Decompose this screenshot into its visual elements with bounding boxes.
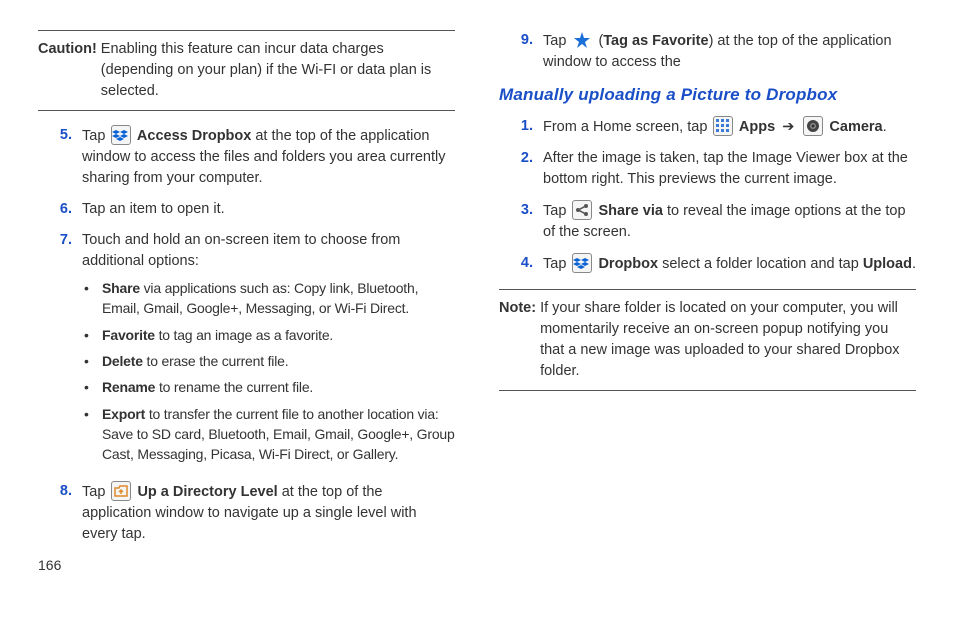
upload-label: Upload bbox=[863, 256, 912, 272]
dropbox-icon bbox=[572, 253, 592, 273]
step-7: 7. Touch and hold an on-screen item to c… bbox=[38, 230, 455, 470]
step-number: 1. bbox=[499, 116, 543, 138]
step-number: 5. bbox=[38, 125, 82, 189]
up-directory-icon bbox=[111, 481, 131, 501]
step-text-end: . bbox=[883, 119, 887, 135]
step-text-end: . bbox=[912, 256, 916, 272]
bullet-delete: •Delete to erase the current file. bbox=[82, 351, 455, 371]
caution-text: Enabling this feature can incur data cha… bbox=[101, 39, 455, 102]
step-text-pre: From a Home screen, tap bbox=[543, 119, 711, 135]
bullet-export: •Export to transfer the current file to … bbox=[82, 404, 455, 465]
step-6: 6. Tap an item to open it. bbox=[38, 199, 455, 220]
right-steps-top: 9. Tap (Tag as Favorite) at the top of t… bbox=[499, 30, 916, 73]
step-number: 3. bbox=[499, 200, 543, 243]
caution-box: Caution! Enabling this feature can incur… bbox=[38, 30, 455, 111]
step-bold: Share via bbox=[594, 203, 663, 219]
step-text: Tap an item to open it. bbox=[82, 199, 455, 220]
step-number: 4. bbox=[499, 253, 543, 275]
camera-label: Camera bbox=[825, 119, 882, 135]
step-text-pre: Tap bbox=[543, 203, 570, 219]
step-number: 9. bbox=[499, 30, 543, 73]
note-text: If your share folder is located on your … bbox=[540, 298, 916, 382]
right-steps: 1. From a Home screen, tap Apps ➔ Camera… bbox=[499, 116, 916, 275]
step-text: Touch and hold an on-screen item to choo… bbox=[82, 232, 400, 269]
step-text: After the image is taken, tap the Image … bbox=[543, 148, 916, 190]
step-text-mid1: ( bbox=[594, 33, 603, 49]
step-8: 8. Tap Up a Directory Level at the top o… bbox=[38, 481, 455, 545]
bullet-favorite: •Favorite to tag an image as a favorite. bbox=[82, 325, 455, 345]
step-bold: Dropbox bbox=[594, 256, 658, 272]
step-3: 3. Tap Share via to reveal the image opt… bbox=[499, 200, 916, 243]
step-text-pre: Tap bbox=[543, 256, 570, 272]
step-bold: Tag as Favorite bbox=[603, 33, 708, 49]
star-icon bbox=[572, 30, 592, 50]
step-number: 7. bbox=[38, 230, 82, 470]
note-label: Note: bbox=[499, 298, 540, 382]
step-text-pre: Tap bbox=[543, 33, 570, 49]
caution-label: Caution! bbox=[38, 39, 101, 102]
left-column: Caution! Enabling this feature can incur… bbox=[38, 30, 455, 626]
step-4: 4. Tap Dropbox select a folder location … bbox=[499, 253, 916, 275]
camera-icon bbox=[803, 116, 823, 136]
step-5: 5. Tap Access Dropbox at the top of the … bbox=[38, 125, 455, 189]
section-heading: Manually uploading a Picture to Dropbox bbox=[499, 83, 916, 108]
step-text-pre: Tap bbox=[82, 128, 109, 144]
apps-label: Apps bbox=[735, 119, 775, 135]
page: Caution! Enabling this feature can incur… bbox=[0, 0, 954, 636]
step-text-pre: Tap bbox=[82, 484, 109, 500]
share-icon bbox=[572, 200, 592, 220]
right-column: 9. Tap (Tag as Favorite) at the top of t… bbox=[499, 30, 916, 626]
note-box: Note: If your share folder is located on… bbox=[499, 289, 916, 391]
step-1: 1. From a Home screen, tap Apps ➔ Camera… bbox=[499, 116, 916, 138]
bullet-share: •Share via applications such as: Copy li… bbox=[82, 278, 455, 319]
step-2: 2. After the image is taken, tap the Ima… bbox=[499, 148, 916, 190]
step-number: 6. bbox=[38, 199, 82, 220]
apps-grid-icon bbox=[713, 116, 733, 136]
left-steps: 5. Tap Access Dropbox at the top of the … bbox=[38, 125, 455, 545]
step-bold: Access Dropbox bbox=[133, 128, 251, 144]
dropbox-icon bbox=[111, 125, 131, 145]
step-text-mid: select a folder location and tap bbox=[658, 256, 863, 272]
arrow-icon: ➔ bbox=[775, 119, 801, 135]
step-number: 8. bbox=[38, 481, 82, 545]
step-number: 2. bbox=[499, 148, 543, 190]
step-9: 9. Tap (Tag as Favorite) at the top of t… bbox=[499, 30, 916, 73]
bullet-rename: •Rename to rename the current file. bbox=[82, 377, 455, 397]
page-number: 166 bbox=[38, 555, 455, 575]
step-7-bullets: •Share via applications such as: Copy li… bbox=[82, 278, 455, 464]
step-bold: Up a Directory Level bbox=[133, 484, 277, 500]
